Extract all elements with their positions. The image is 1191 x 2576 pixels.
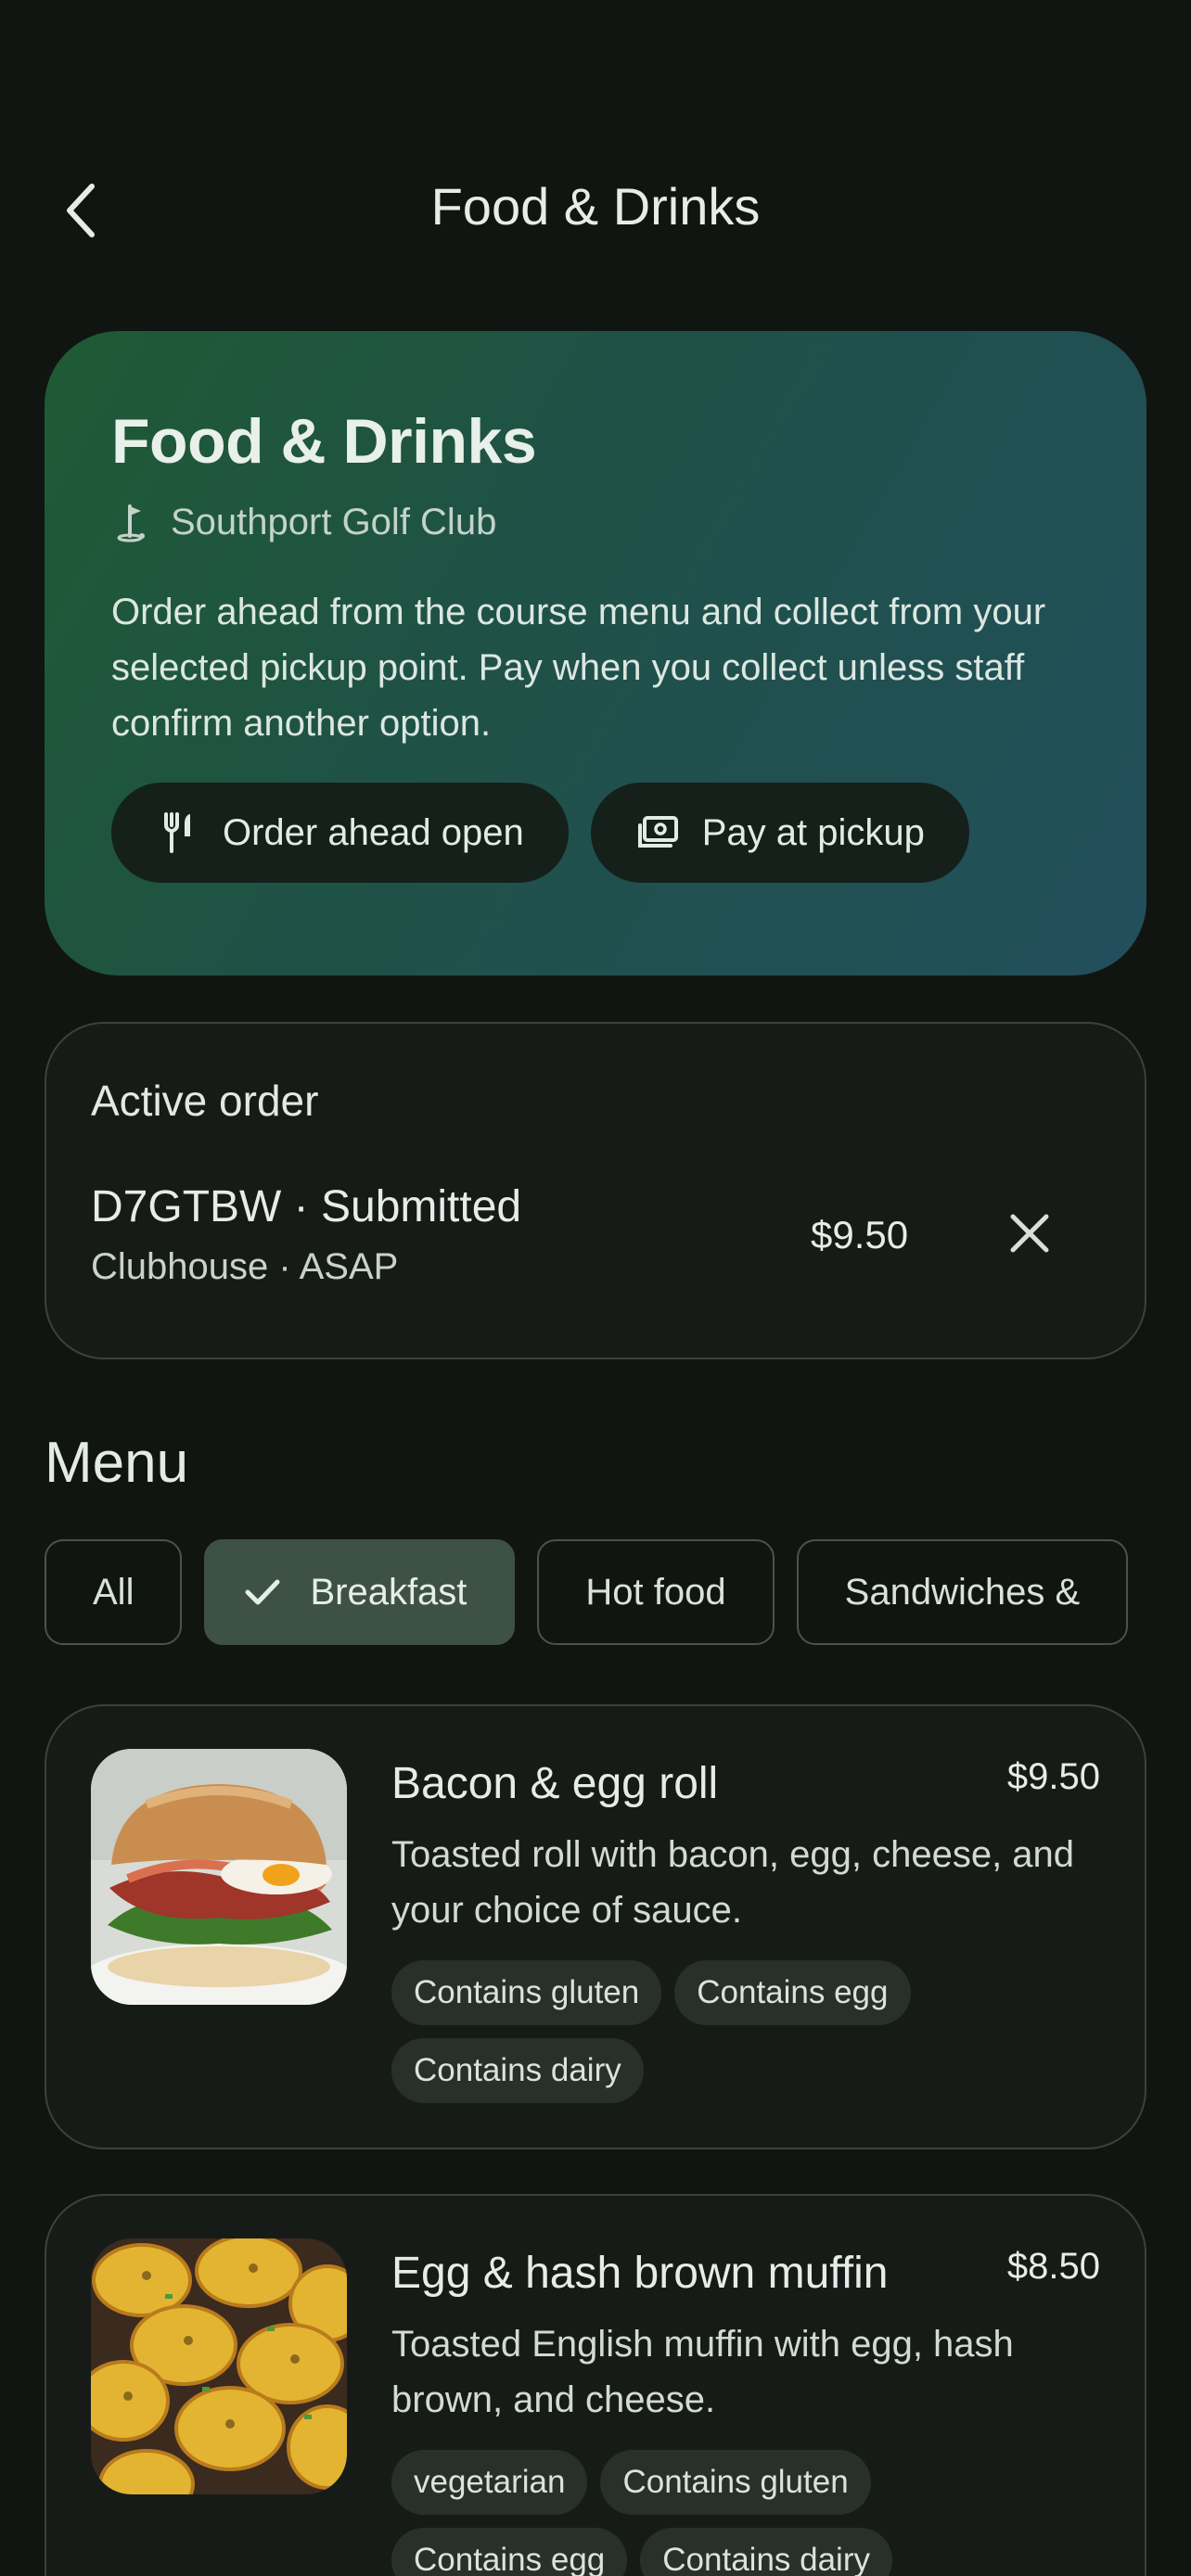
club-name-row: Southport Golf Club — [111, 502, 1080, 543]
order-id-status: D7GTBW · Submitted — [91, 1182, 522, 1231]
hero-title: Food & Drinks — [111, 406, 537, 477]
chip-label: Hot food — [585, 1571, 726, 1613]
order-ahead-pill: Order ahead open — [111, 783, 569, 883]
chip-breakfast[interactable]: Breakfast — [204, 1539, 516, 1645]
tag-contains-egg: Contains egg — [391, 2528, 628, 2576]
cutlery-icon — [158, 811, 200, 854]
item-name: Bacon & egg roll — [391, 1759, 719, 1808]
chip-all[interactable]: All — [45, 1539, 183, 1645]
item-price: $8.50 — [1006, 2246, 1100, 2287]
status-pills: Order ahead open Pay at pickup — [111, 783, 1080, 883]
menu-heading: Menu — [45, 1431, 189, 1495]
check-icon — [241, 1571, 284, 1613]
category-filter-chips: All Breakfast Hot food Sandwiches & — [45, 1539, 1146, 1647]
tag-contains-egg: Contains egg — [674, 1960, 911, 2025]
chip-label: Breakfast — [310, 1571, 467, 1613]
item-price: $9.50 — [1006, 1756, 1100, 1797]
pay-at-pickup-label: Pay at pickup — [701, 811, 925, 853]
bacon-egg-roll-image — [91, 1749, 347, 2005]
order-ahead-label: Order ahead open — [223, 811, 524, 853]
top-app-bar: Food & Drinks — [0, 158, 1191, 260]
item-description: Toasted English muffin with egg, hash br… — [391, 2324, 1014, 2420]
active-order-card[interactable]: Active order D7GTBW · Submitted Clubhous… — [45, 1022, 1146, 1359]
pay-at-pickup-pill: Pay at pickup — [590, 783, 969, 883]
allergen-tags: Contains gluten Contains egg Contains da… — [391, 1960, 1115, 2116]
cash-icon — [637, 811, 680, 854]
allergen-tags: vegetarian Contains gluten Contains egg … — [391, 2450, 1115, 2576]
active-order-heading: Active order — [91, 1077, 319, 1125]
menu-item-card[interactable]: Bacon & egg roll $9.50 Toasted roll with… — [45, 1704, 1146, 2149]
tag-contains-gluten: Contains gluten — [600, 2450, 871, 2515]
chip-label: All — [93, 1571, 134, 1613]
item-name: Egg & hash brown muffin — [391, 2249, 889, 2298]
order-total: $9.50 — [811, 1213, 909, 1256]
chip-label: Sandwiches & — [844, 1571, 1081, 1613]
tag-contains-dairy: Contains dairy — [640, 2528, 892, 2576]
tag-vegetarian: vegetarian — [391, 2450, 588, 2515]
hero-description: Order ahead from the course menu and col… — [111, 592, 1046, 744]
item-description: Toasted roll with bacon, egg, cheese, an… — [391, 1834, 1075, 1931]
page-title: Food & Drinks — [430, 177, 761, 236]
menu-item-card[interactable]: Egg & hash brown muffin $8.50 Toasted En… — [45, 2194, 1146, 2576]
chip-sandwiches[interactable]: Sandwiches & — [796, 1539, 1129, 1645]
hash-brown-muffin-image — [91, 2238, 347, 2494]
tag-contains-dairy: Contains dairy — [391, 2038, 644, 2103]
hero-card: Food & Drinks Southport Golf Club Order … — [45, 331, 1146, 976]
close-icon — [1010, 1214, 1049, 1253]
chip-hot-food[interactable]: Hot food — [537, 1539, 775, 1645]
tag-contains-gluten: Contains gluten — [391, 1960, 662, 2025]
golf-flag-icon — [111, 503, 152, 543]
club-name: Southport Golf Club — [171, 502, 497, 542]
cancel-order-button[interactable] — [992, 1196, 1067, 1270]
order-pickup-meta: Clubhouse · ASAP — [91, 1246, 399, 1287]
